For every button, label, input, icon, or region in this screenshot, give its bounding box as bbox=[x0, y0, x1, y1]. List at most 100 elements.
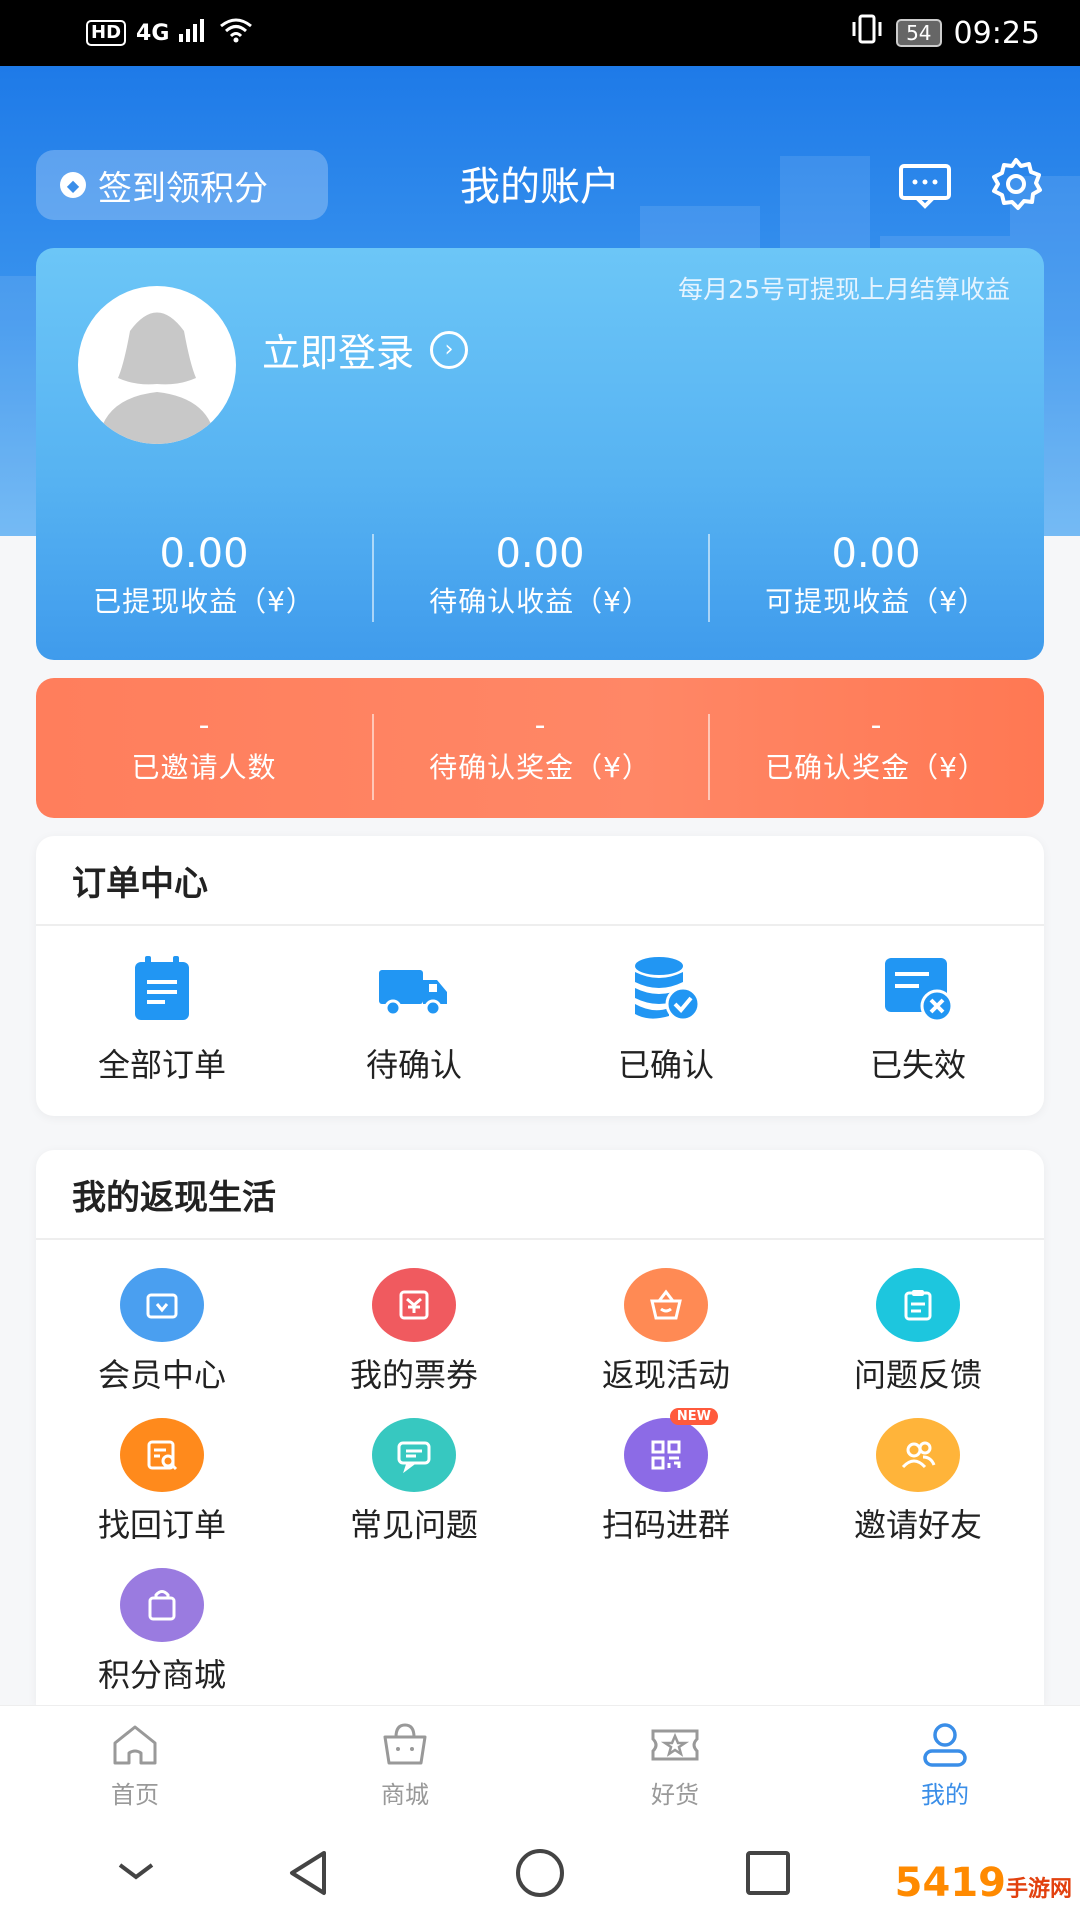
stat-value: 0.00 bbox=[495, 531, 585, 577]
basket-icon bbox=[624, 1268, 708, 1342]
network-label: 4G bbox=[136, 20, 170, 46]
find-order-icon bbox=[120, 1418, 204, 1492]
my-tickets-button[interactable]: 我的票券 bbox=[288, 1240, 540, 1396]
chevron-down-icon[interactable] bbox=[106, 1845, 166, 1901]
stat-value: - bbox=[870, 708, 882, 743]
nav-label: 商城 bbox=[381, 1781, 429, 1809]
order-all-button[interactable]: 全部订单 bbox=[36, 926, 288, 1086]
back-icon[interactable] bbox=[280, 1845, 340, 1901]
stat-value: - bbox=[198, 708, 210, 743]
faq-button[interactable]: 常见问题 bbox=[288, 1396, 540, 1546]
item-label: 常见问题 bbox=[349, 1506, 478, 1544]
invite-friends-button[interactable]: 邀请好友 bbox=[792, 1396, 1044, 1546]
cashback-card: 我的返现生活 会员中心 我的票券 返现活动 问题反馈 找回订单 常见问题 NEW… bbox=[36, 1150, 1044, 1705]
order-label: 已失效 bbox=[869, 1046, 966, 1084]
home-circle-icon[interactable] bbox=[510, 1845, 570, 1901]
watermark-sub: 手游网 bbox=[1005, 1877, 1072, 1902]
truck-icon bbox=[379, 970, 447, 1017]
stat-label: 待确认收益（¥） bbox=[429, 585, 651, 618]
clipboard-icon bbox=[135, 956, 189, 1020]
nav-mall[interactable]: 商城 bbox=[270, 1706, 540, 1825]
stat-label: 已确认奖金（¥） bbox=[765, 751, 987, 784]
item-label: 返现活动 bbox=[601, 1356, 730, 1394]
order-center-card: 订单中心 全部订单 待确认 已确认 已失效 bbox=[36, 836, 1044, 1116]
bottom-nav: 首页 商城 好货 我的 bbox=[0, 1705, 1080, 1825]
status-right: 54 09:25 bbox=[850, 14, 1040, 52]
status-bar: HD 4G 54 09:25 bbox=[0, 0, 1080, 66]
shopping-bag-icon bbox=[120, 1568, 204, 1642]
invite-card: - 已邀请人数 - 待确认奖金（¥） - 已确认奖金（¥） bbox=[36, 678, 1044, 818]
watermark-logo: 5419手游网 bbox=[895, 1860, 1072, 1906]
item-label: 我的票券 bbox=[349, 1356, 478, 1394]
stat-withdrawable[interactable]: 0.00 可提现收益（¥） bbox=[708, 528, 1044, 624]
member-center-button[interactable]: 会员中心 bbox=[36, 1240, 288, 1396]
stat-pending[interactable]: 0.00 待确认收益（¥） bbox=[372, 528, 708, 624]
login-link[interactable]: 立即登录 › bbox=[262, 322, 469, 377]
order-expired-button[interactable]: 已失效 bbox=[792, 926, 1044, 1086]
stat-value: - bbox=[534, 708, 546, 743]
nav-label: 首页 bbox=[111, 1781, 159, 1809]
chat-icon bbox=[372, 1418, 456, 1492]
clock: 09:25 bbox=[953, 15, 1040, 51]
section-title: 订单中心 bbox=[36, 836, 1044, 926]
item-label: 扫码进群 bbox=[601, 1506, 730, 1544]
battery-level: 54 bbox=[896, 19, 942, 47]
signal-icon bbox=[179, 18, 209, 48]
item-label: 找回订单 bbox=[97, 1506, 226, 1544]
stat-value: 0.00 bbox=[159, 531, 249, 577]
withdraw-note: 每月25号可提现上月结算收益 bbox=[678, 275, 1010, 304]
avatar[interactable] bbox=[78, 286, 236, 444]
watermark-brand: 5419 bbox=[894, 1860, 1006, 1906]
qrcode-icon: NEW bbox=[624, 1408, 718, 1492]
nav-mine[interactable]: 我的 bbox=[810, 1706, 1080, 1825]
recents-icon[interactable] bbox=[738, 1845, 798, 1901]
item-label: 会员中心 bbox=[97, 1356, 226, 1394]
status-left: HD 4G bbox=[86, 17, 253, 49]
stat-value: 0.00 bbox=[831, 531, 921, 577]
message-icon[interactable] bbox=[897, 156, 953, 212]
nav-label: 好货 bbox=[651, 1781, 699, 1809]
chevron-right-icon: › bbox=[430, 330, 469, 369]
hd-indicator: HD bbox=[86, 20, 127, 46]
star-ticket-icon bbox=[651, 1729, 699, 1761]
stat-withdrawn[interactable]: 0.00 已提现收益（¥） bbox=[36, 528, 372, 624]
gear-icon[interactable] bbox=[988, 156, 1044, 212]
stat-invited-count[interactable]: - 已邀请人数 bbox=[36, 706, 372, 790]
stat-confirmed-bonus[interactable]: - 已确认奖金（¥） bbox=[708, 706, 1044, 800]
vibrate-icon bbox=[850, 14, 884, 52]
find-order-button[interactable]: 找回订单 bbox=[36, 1396, 288, 1546]
order-grid: 全部订单 待确认 已确认 已失效 bbox=[36, 926, 1044, 1086]
coins-check-icon bbox=[635, 957, 701, 1022]
vip-icon bbox=[120, 1268, 204, 1342]
scan-join-group-button[interactable]: NEW 扫码进群 bbox=[540, 1396, 792, 1546]
item-label: 积分商城 bbox=[97, 1656, 226, 1694]
nav-home[interactable]: 首页 bbox=[0, 1706, 270, 1825]
stat-pending-bonus[interactable]: - 待确认奖金（¥） bbox=[372, 706, 708, 800]
nav-goods[interactable]: 好货 bbox=[540, 1706, 810, 1825]
order-label: 已确认 bbox=[617, 1046, 714, 1084]
stat-label: 可提现收益（¥） bbox=[765, 585, 987, 618]
card-x-icon bbox=[885, 958, 954, 1023]
mall-bag-icon bbox=[383, 1723, 427, 1765]
order-label: 待确认 bbox=[365, 1046, 462, 1084]
friends-icon bbox=[876, 1418, 960, 1492]
order-pending-button[interactable]: 待确认 bbox=[288, 926, 540, 1086]
cashback-activity-button[interactable]: 返现活动 bbox=[540, 1240, 792, 1396]
item-label: 问题反馈 bbox=[853, 1356, 982, 1394]
section-title: 我的返现生活 bbox=[36, 1150, 1044, 1240]
system-nav-bar: 5419手游网 bbox=[0, 1825, 1080, 1920]
earnings-card: 每月25号可提现上月结算收益 立即登录 › 0.00 已提现收益（¥） 0.00… bbox=[36, 248, 1044, 660]
earnings-stats: 0.00 已提现收益（¥） 0.00 待确认收益（¥） 0.00 可提现收益（¥… bbox=[36, 528, 1044, 624]
stat-label: 待确认奖金（¥） bbox=[429, 751, 651, 784]
order-confirmed-button[interactable]: 已确认 bbox=[540, 926, 792, 1086]
ticket-icon bbox=[372, 1268, 456, 1342]
feedback-button[interactable]: 问题反馈 bbox=[792, 1240, 1044, 1396]
feedback-icon bbox=[876, 1268, 960, 1342]
item-label: 邀请好友 bbox=[853, 1506, 982, 1544]
order-label: 全部订单 bbox=[97, 1046, 226, 1084]
points-mall-button[interactable]: 积分商城 bbox=[36, 1546, 288, 1696]
home-icon bbox=[113, 1725, 157, 1765]
nav-label: 我的 bbox=[921, 1781, 969, 1809]
stat-label: 已提现收益（¥） bbox=[93, 585, 315, 618]
wifi-icon bbox=[219, 17, 253, 49]
